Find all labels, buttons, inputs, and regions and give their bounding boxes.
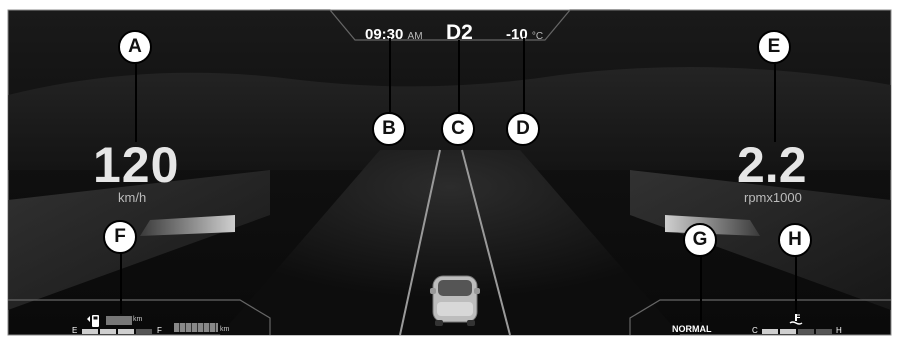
fuel-segment — [82, 329, 98, 334]
callout-leader-f — [120, 252, 122, 314]
callout-leader-a — [135, 64, 137, 142]
callout-leader-d — [523, 38, 525, 112]
callout-leader-e — [774, 64, 776, 142]
rpm-unit: rpmx1000 — [744, 190, 802, 205]
callout-leader-h — [795, 256, 797, 314]
coolant-segment — [816, 329, 832, 334]
coolant-hot-label: H — [836, 326, 842, 335]
callout-leader-g — [700, 256, 702, 322]
callout-h: H — [778, 223, 812, 257]
callout-g: G — [683, 223, 717, 257]
drive-mode-label: NORMAL — [672, 324, 712, 334]
fuel-level-bar — [82, 329, 152, 334]
coolant-segment — [780, 329, 796, 334]
fuel-range-unit: km — [133, 316, 143, 323]
odometer-unit: km — [220, 326, 230, 333]
coolant-segment — [762, 329, 778, 334]
callout-leader-b — [389, 38, 391, 112]
fuel-empty-label: E — [72, 326, 78, 335]
fuel-full-label: F — [157, 326, 162, 335]
fuel-segment — [100, 329, 116, 334]
callout-c: C — [441, 112, 475, 146]
callout-b: B — [372, 112, 406, 146]
fuel-pump-icon — [87, 315, 99, 327]
speed-unit: km/h — [118, 190, 147, 205]
coolant-temperature-icon — [789, 313, 803, 325]
callout-e: E — [757, 30, 791, 64]
callout-f: F — [103, 220, 137, 254]
odometer-value-placeholder — [174, 323, 218, 332]
clock-time: 09:30 AM — [365, 26, 423, 43]
coolant-cold-label: C — [752, 326, 758, 335]
fuel-segment — [118, 329, 134, 334]
clock-hours-minutes: 09:30 — [365, 26, 404, 43]
coolant-segment — [798, 329, 814, 334]
fuel-range-value-placeholder — [106, 316, 132, 325]
callout-a: A — [118, 30, 152, 64]
speed-value: 120 — [93, 137, 180, 193]
callout-d: D — [506, 112, 540, 146]
instrument-cluster-display: 09:30 AM D2 -10 °C 120 km/h 2.2 rpmx1000… — [0, 0, 899, 345]
temperature-unit: °C — [531, 31, 544, 42]
clock-ampm: AM — [407, 31, 423, 42]
fuel-segment — [136, 329, 152, 334]
callout-leader-c — [458, 40, 460, 112]
rpm-value: 2.2 — [737, 137, 807, 193]
coolant-level-bar — [762, 329, 832, 334]
car-rear-icon — [430, 275, 480, 326]
